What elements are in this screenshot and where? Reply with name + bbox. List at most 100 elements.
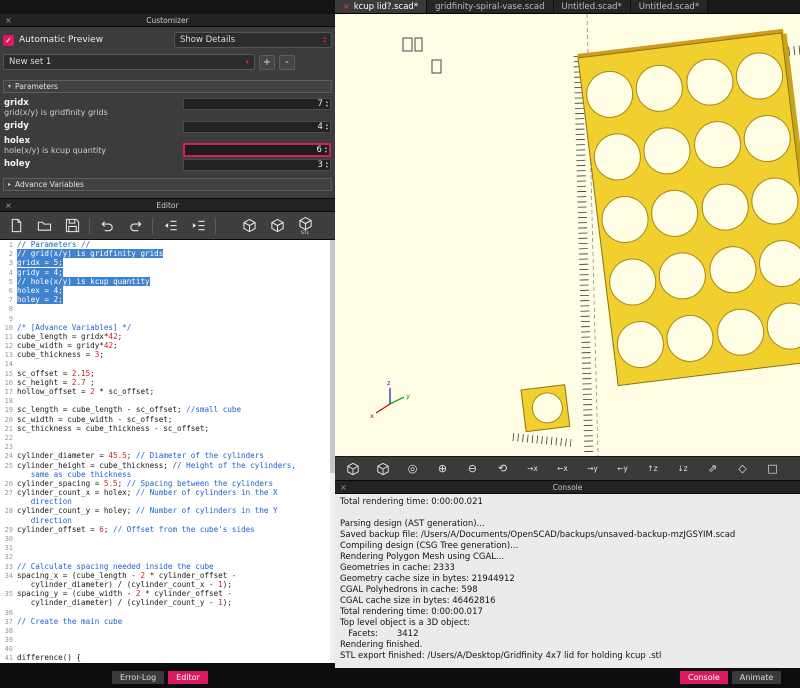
code-text: // Calculate spacing needed inside the c… — [17, 562, 214, 571]
close-icon[interactable]: × — [5, 14, 12, 27]
parameters-expander[interactable]: ▾ Parameters — [3, 80, 332, 93]
code-line: 33// Calculate spacing needed inside the… — [0, 562, 335, 571]
unindent-icon[interactable] — [159, 215, 181, 237]
viewport-3d[interactable]: x y z — [335, 14, 800, 456]
spinner-icon[interactable]: ▴▾ — [326, 100, 328, 108]
code-line: 10/* [Advance Variables] */ — [0, 323, 335, 332]
dropdown-arrows-icon: ▴▾ — [323, 36, 326, 45]
parameter-value-field[interactable]: 6▴▾ — [183, 143, 331, 157]
axis-y-label: y — [406, 392, 410, 400]
axis-x-label: x — [370, 412, 374, 420]
parameter-description: grid(x/y) is gridfinity grids — [4, 108, 183, 118]
automatic-preview-checkbox[interactable]: ✓ — [3, 35, 14, 46]
perspective-icon[interactable]: ◇ — [729, 458, 756, 479]
viewport-canvas[interactable]: x y z — [335, 14, 800, 456]
render-icon[interactable] — [369, 458, 396, 479]
toolbar-separator — [89, 218, 90, 234]
parameter-value-field[interactable]: 7 ▴▾ — [183, 98, 331, 110]
parameter-value-field[interactable]: 4▴▾ — [183, 121, 331, 133]
console-line: Rendering finished. — [340, 640, 795, 651]
console-tab[interactable]: Console — [680, 671, 728, 684]
view-front-icon[interactable]: →y — [579, 458, 606, 479]
close-icon[interactable]: × — [340, 481, 347, 494]
automatic-preview-label: Automatic Preview — [19, 35, 103, 45]
indent-icon[interactable] — [187, 215, 209, 237]
code-editor[interactable]: 1// Parameters //2// grid(x/y) is gridfi… — [0, 240, 335, 663]
code-text: direction — [17, 497, 72, 506]
code-text: difference() { — [17, 653, 81, 662]
file-tab[interactable]: Untitled.scad* — [554, 0, 631, 13]
code-line: 14 — [0, 359, 335, 368]
view-left-icon[interactable]: ←x — [549, 458, 576, 479]
tab-label: gridfinity-spiral-vase.scad — [435, 2, 544, 12]
preview-icon[interactable] — [339, 458, 366, 479]
spinner-icon[interactable]: ▴▾ — [326, 161, 328, 169]
code-text: holex = 4; — [17, 286, 63, 295]
code-text: cylinder_count_x = holex; // Number of c… — [17, 488, 278, 497]
undo-icon[interactable] — [96, 215, 118, 237]
orthogonal-icon[interactable]: □ — [759, 458, 786, 479]
file-tab[interactable]: gridfinity-spiral-vase.scad — [427, 0, 553, 13]
spinner-icon[interactable]: ▴▾ — [326, 123, 328, 131]
file-tab-bar: × kcup lid?.scad* gridfinity-spiral-vase.s… — [335, 0, 800, 14]
save-file-icon[interactable] — [61, 215, 83, 237]
code-text: cylinder_spacing = 5.5; // Spacing betwe… — [17, 479, 273, 488]
code-text: hollow_offset = 2 * sc_offset; — [17, 387, 154, 396]
code-line: 36 — [0, 608, 335, 617]
animate-tab[interactable]: Animate — [732, 671, 782, 684]
view-top-icon[interactable]: ↑z — [639, 458, 666, 479]
tab-close-icon[interactable]: × — [343, 2, 350, 11]
redo-icon[interactable] — [124, 215, 146, 237]
code-text: sc_offset = 2.15; — [17, 369, 95, 378]
model-fragment — [521, 385, 570, 432]
code-text: cylinder_offset = 6; // Offset from the … — [17, 525, 255, 534]
file-tab[interactable]: × kcup lid?.scad* — [335, 0, 427, 13]
customizer-panel: ✓ Automatic Preview Show Details ▴▾ New … — [0, 27, 335, 199]
remove-preset-button[interactable]: - — [279, 55, 295, 70]
code-line: 19sc_length = cube_length - sc_offset; /… — [0, 405, 335, 414]
tab-label: kcup lid?.scad* — [354, 2, 418, 12]
parameter-value-field[interactable]: 3▴▾ — [183, 159, 331, 171]
code-line: 29cylinder_offset = 6; // Offset from th… — [0, 525, 335, 534]
console-line: Parsing design (AST generation)... — [340, 519, 795, 530]
code-line: 1// Parameters // — [0, 240, 335, 249]
detail-dropdown[interactable]: Show Details ▴▾ — [174, 32, 332, 48]
code-text: direction — [17, 516, 72, 525]
code-line: 23 — [0, 442, 335, 451]
code-line: 16sc_height = 2.7 ; — [0, 378, 335, 387]
error-log-tab[interactable]: Error-Log — [112, 671, 164, 684]
open-file-icon[interactable] — [33, 215, 55, 237]
view-right-icon[interactable]: →x — [519, 458, 546, 479]
console-log[interactable]: Total rendering time: 0:00:00.021Parsing… — [335, 494, 800, 668]
view-back-icon[interactable]: ←y — [609, 458, 636, 479]
advance-variables-expander[interactable]: ▸ Advance Variables — [3, 178, 332, 191]
code-line: same as cube thickness — [0, 470, 335, 479]
close-icon[interactable]: × — [5, 199, 12, 212]
add-preset-button[interactable]: + — [259, 55, 275, 70]
new-file-icon[interactable] — [5, 215, 27, 237]
zoom-all-icon[interactable]: ◎ — [399, 458, 426, 479]
view-bottom-icon[interactable]: ↓z — [669, 458, 696, 479]
parameter-value: 7 — [317, 99, 322, 109]
export-stl-icon[interactable]: STL — [294, 215, 316, 237]
file-tab[interactable]: Untitled.scad* — [631, 0, 708, 13]
code-line: 2// grid(x/y) is gridfinity grids — [0, 249, 335, 258]
code-line: 22 — [0, 433, 335, 442]
zoom-in-icon[interactable]: ⊕ — [429, 458, 456, 479]
parameter-info: holexhole(x/y) is kcup quantity — [4, 136, 183, 156]
code-text: gridy = 4; — [17, 268, 63, 277]
zoom-out-icon[interactable]: ⊖ — [459, 458, 486, 479]
preset-row: New set 1 ▾ + - — [3, 54, 332, 70]
customizer-top-row: ✓ Automatic Preview Show Details ▴▾ — [3, 27, 332, 48]
preview-icon[interactable] — [238, 215, 260, 237]
code-text: cube_width = gridy*42; — [17, 341, 118, 350]
code-line: 39 — [0, 635, 335, 644]
code-line: 20sc_width = cube_width - sc_offset; — [0, 415, 335, 424]
view-diagonal-icon[interactable]: ⇗ — [699, 458, 726, 479]
reset-view-icon[interactable]: ⟲ — [489, 458, 516, 479]
editor-tab[interactable]: Editor — [168, 671, 208, 684]
spinner-icon[interactable]: ▴▾ — [325, 146, 327, 154]
console-line: Compiling design (CSG Tree generation)..… — [340, 541, 795, 552]
render-icon[interactable] — [266, 215, 288, 237]
preset-dropdown[interactable]: New set 1 ▾ — [3, 54, 255, 70]
